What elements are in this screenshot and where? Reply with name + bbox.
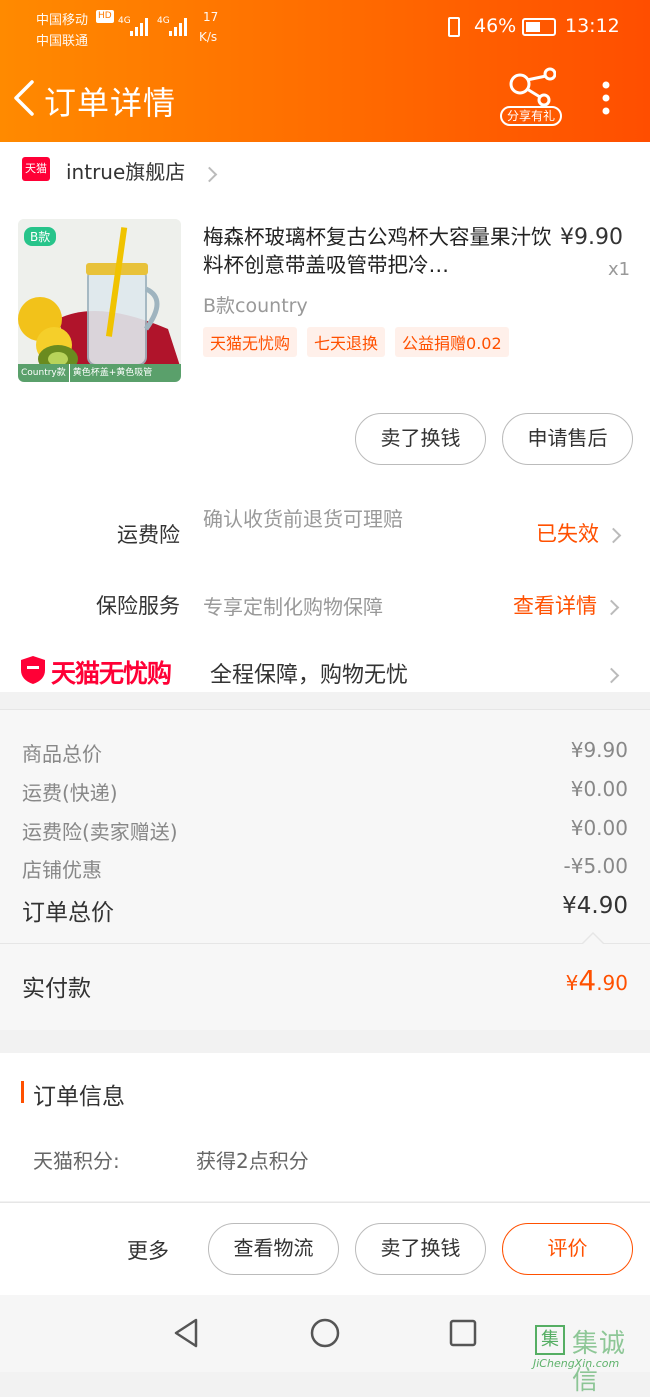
product-tags: 天猫无忧购 七天退换 公益捐赠0.02	[203, 327, 519, 357]
tmall-store-icon: 天猫	[22, 157, 50, 181]
sell-for-cash-bottom-button[interactable]: 卖了换钱	[355, 1223, 486, 1275]
share-icon	[509, 67, 556, 106]
net-speed-unit: K/s	[199, 30, 218, 44]
tag-seven-day-return: 七天退换	[307, 327, 386, 357]
more-actions-button[interactable]: 更多	[127, 1235, 169, 1265]
carrier-1: 中国移动	[36, 13, 89, 28]
paid-currency: ¥	[565, 971, 579, 995]
more-menu-button[interactable]	[596, 80, 616, 118]
summary-label: 运费险(卖家赠送)	[22, 820, 178, 844]
vibrate-icon	[448, 17, 460, 37]
product-title[interactable]: 梅森杯玻璃杯复古公鸡杯大容量果汁饮料杯创意带盖吸管带把冷…	[203, 223, 553, 279]
service-chevron-icon	[603, 599, 619, 616]
after-sale-button[interactable]: 申请售后	[502, 413, 633, 465]
net-speed-value: 17	[203, 10, 219, 24]
freight-status-text: 已失效	[536, 522, 599, 546]
hd-badge: HD	[96, 10, 114, 23]
product-image-tag: B款	[24, 227, 57, 246]
section-accent-bar	[21, 1081, 24, 1103]
summary-label: 商品总价	[22, 742, 102, 766]
order-total-value: ¥4.90	[562, 893, 628, 919]
shield-icon	[21, 656, 45, 684]
summary-value: -¥5.00	[563, 854, 628, 878]
tag-charity: 公益捐赠0.02	[395, 327, 509, 357]
insurance-service-link[interactable]: 查看详情	[513, 590, 619, 620]
store-row[interactable]: 天猫 intrue旗舰店	[0, 142, 650, 196]
paid-row: 实付款 ¥4.90	[0, 944, 650, 1030]
points-value: 获得2点积分	[196, 1149, 309, 1173]
more-vertical-icon	[602, 81, 610, 115]
nav-back-button[interactable]	[172, 1317, 200, 1349]
watermark-logo: 集	[535, 1325, 565, 1355]
carrier-2: 中国联通	[36, 34, 89, 49]
net-type-1: 4G	[118, 16, 131, 26]
summary-row-discount: 店铺优惠 -¥5.00	[22, 854, 628, 883]
paid-amount: ¥4.90	[566, 964, 628, 997]
order-info-title: 订单信息	[33, 1084, 125, 1110]
product-image-caption: Country款 黄色杯盖+黄色吸管	[18, 364, 181, 382]
summary-row-insurance: 运费险(卖家赠送) ¥0.00	[22, 816, 628, 845]
insurance-service-desc: 专享定制化购物保障	[203, 595, 383, 619]
summary-value: ¥0.00	[570, 816, 628, 840]
signal-icon-2	[169, 18, 187, 36]
paid-decimal: .90	[596, 971, 628, 995]
battery-icon	[522, 18, 556, 36]
product-quantity: x1	[608, 259, 631, 280]
net-type-2: 4G	[157, 16, 170, 26]
signal-icon-1	[130, 18, 148, 36]
points-label: 天猫积分:	[33, 1149, 120, 1173]
view-logistics-button[interactable]: 查看物流	[208, 1223, 339, 1275]
summary-value: ¥9.90	[570, 738, 628, 762]
summary-label: 店铺优惠	[22, 858, 102, 882]
watermark-url: JiChengXin.com	[533, 1357, 620, 1370]
back-icon	[14, 80, 34, 116]
nav-recents-button[interactable]	[448, 1318, 478, 1348]
insurance-service-label: 保险服务	[96, 594, 180, 618]
review-button[interactable]: 评价	[502, 1223, 633, 1275]
sell-for-cash-button[interactable]: 卖了换钱	[355, 413, 486, 465]
worry-free-chevron-icon	[603, 666, 620, 685]
nav-home-button[interactable]	[309, 1317, 341, 1349]
worry-free-row[interactable]: 天猫无忧购 全程保障，购物无忧	[0, 640, 650, 700]
freight-insurance-label: 运费险	[117, 523, 180, 547]
image-caption-left: Country款	[18, 364, 70, 382]
store-chevron-icon	[201, 165, 218, 184]
share-label: 分享有礼	[500, 106, 562, 126]
bottom-action-bar: 更多 查看物流 卖了换钱 评价	[0, 1202, 650, 1295]
summary-value: ¥0.00	[570, 777, 628, 801]
order-info-section: 订单信息 天猫积分: 获得2点积分	[0, 1053, 650, 1201]
clock: 13:12	[565, 15, 620, 37]
worry-free-logo: 天猫无忧购	[51, 659, 172, 688]
system-nav-bar: 集 集诚信 JiChengXin.com	[0, 1295, 650, 1396]
tag-worry-free: 天猫无忧购	[203, 327, 298, 357]
view-details-text: 查看详情	[513, 594, 597, 618]
product-sku: B款country	[203, 295, 308, 317]
summary-row-total: 订单总价 ¥4.90	[22, 893, 628, 927]
summary-row-goods: 商品总价 ¥9.90	[22, 738, 628, 767]
freight-insurance-desc: 确认收货前退货可理赔	[203, 507, 403, 531]
app-header: 中国移动 中国联通 HD 4G 4G 17 K/s 46% 13:12 订单详情…	[0, 0, 650, 142]
product-image[interactable]: B款 Country款 黄色杯盖+黄色吸管	[18, 219, 181, 382]
paid-label: 实付款	[22, 976, 91, 1002]
freight-insurance-status[interactable]: 已失效	[536, 518, 621, 548]
image-caption-right: 黄色杯盖+黄色吸管	[72, 368, 153, 378]
summary-label: 运费(快递)	[22, 781, 118, 805]
store-name: intrue旗舰店	[66, 160, 186, 184]
summary-row-shipping: 运费(快递) ¥0.00	[22, 777, 628, 806]
share-button[interactable]: 分享有礼	[500, 66, 564, 128]
product-price: ¥9.90	[560, 225, 623, 250]
page-title: 订单详情	[44, 84, 177, 122]
caret-up-fill	[583, 934, 603, 944]
order-total-label: 订单总价	[22, 900, 114, 926]
paid-integer: 4	[578, 964, 597, 997]
worry-free-text: 全程保障，购物无忧	[210, 663, 409, 688]
battery-percent: 46%	[474, 15, 517, 37]
freight-chevron-icon	[605, 527, 621, 544]
